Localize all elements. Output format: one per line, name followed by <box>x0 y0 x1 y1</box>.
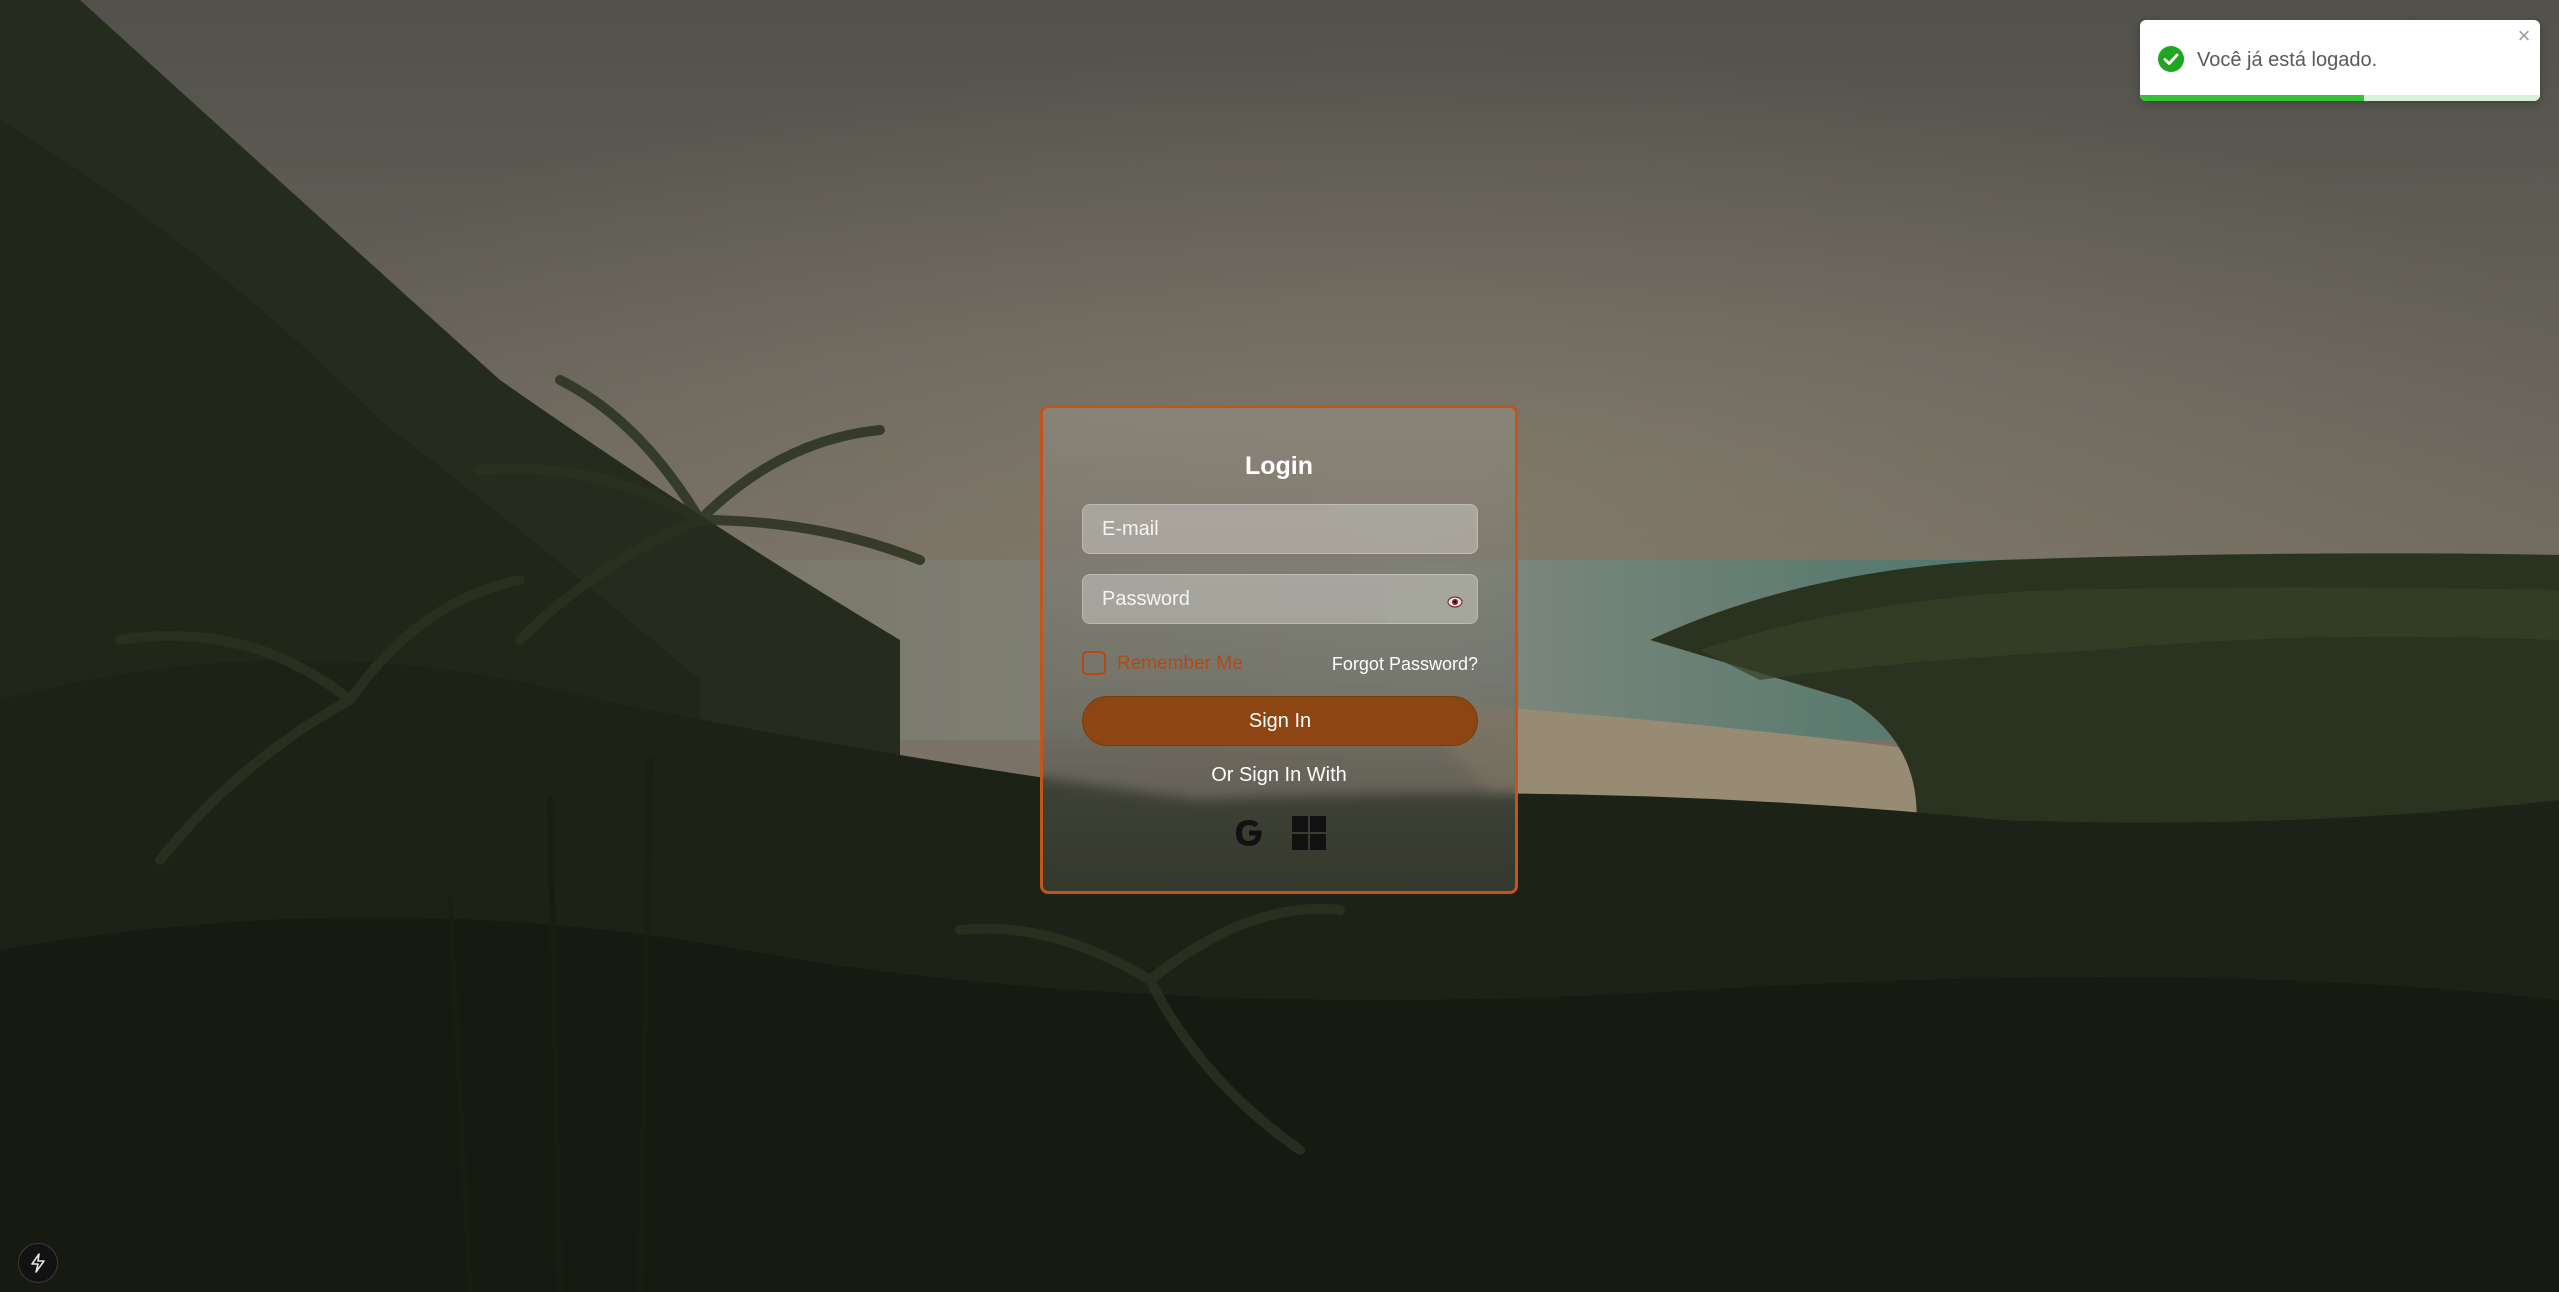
windows-icon[interactable] <box>1290 814 1328 852</box>
toast-progress-bar <box>2140 95 2364 101</box>
password-placeholder: Password <box>1102 587 1190 610</box>
forgot-password-link[interactable]: Forgot Password? <box>1332 654 1478 675</box>
remember-me-checkbox[interactable] <box>1082 651 1106 675</box>
email-field[interactable]: E-mail <box>1082 504 1478 554</box>
close-icon[interactable]: × <box>2514 25 2534 47</box>
login-options-row: Remember Me Forgot Password? <box>1082 648 1478 676</box>
remember-me-label[interactable]: Remember Me <box>1117 653 1243 675</box>
lightning-icon[interactable] <box>18 1243 58 1283</box>
check-circle-icon <box>2157 45 2185 73</box>
google-icon[interactable] <box>1230 814 1268 852</box>
eye-icon[interactable] <box>1447 592 1463 608</box>
toast-notification: Você já está logado. × <box>2140 20 2540 101</box>
password-field[interactable]: Password <box>1082 574 1478 624</box>
sign-in-button[interactable]: Sign In <box>1082 696 1478 746</box>
or-sign-in-with-label: Or Sign In With <box>1211 764 1347 786</box>
email-placeholder: E-mail <box>1102 517 1159 540</box>
login-title: Login <box>1244 452 1314 480</box>
login-card: Login E-mail Password Remember Me Forgot… <box>1040 405 1518 894</box>
social-login-row <box>1043 814 1515 852</box>
toast-message: Você já está logado. <box>2197 49 2378 71</box>
